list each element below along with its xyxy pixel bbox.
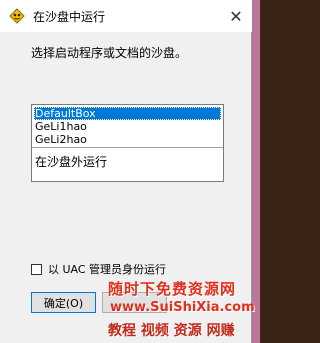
watermark-line-1: 随时下免费资源网 xyxy=(108,280,237,298)
sandbox-item-geli2hao[interactable]: GeLi2hao xyxy=(34,133,221,146)
admin-checkbox-label[interactable]: 以 UAC 管理员身份运行 xyxy=(48,261,166,277)
sandbox-item-geli1hao[interactable]: GeLi1hao xyxy=(34,120,221,133)
close-button[interactable]: ✕ xyxy=(220,0,252,32)
site-watermark: 随时下免费资源网 www.SuiShiXia.com 教程 视频 资源 网赚 xyxy=(108,276,260,343)
sandbox-listbox[interactable]: DefaultBox GeLi1hao GeLi2hao 在沙盘外运行 xyxy=(31,104,224,182)
watermark-line-3: 教程 视频 资源 网赚 xyxy=(108,323,235,339)
sandboxie-icon xyxy=(9,8,25,24)
window-title: 在沙盘中运行 xyxy=(33,10,106,24)
admin-checkbox-row[interactable]: 以 UAC 管理员身份运行 xyxy=(31,262,166,276)
ok-button[interactable]: 确定(O) xyxy=(31,292,96,313)
list-divider xyxy=(32,147,223,148)
close-icon: ✕ xyxy=(229,6,243,26)
sandbox-item-defaultbox[interactable]: DefaultBox xyxy=(34,107,221,120)
prompt-text: 选择启动程序或文档的沙盘。 xyxy=(31,46,188,60)
admin-checkbox[interactable] xyxy=(31,263,42,275)
watermark-line-2: www.SuiShiXia.com xyxy=(110,300,255,315)
run-outside-sandbox-item[interactable]: 在沙盘外运行 xyxy=(35,153,107,170)
title-bar: 在沙盘中运行 ✕ xyxy=(0,0,252,32)
